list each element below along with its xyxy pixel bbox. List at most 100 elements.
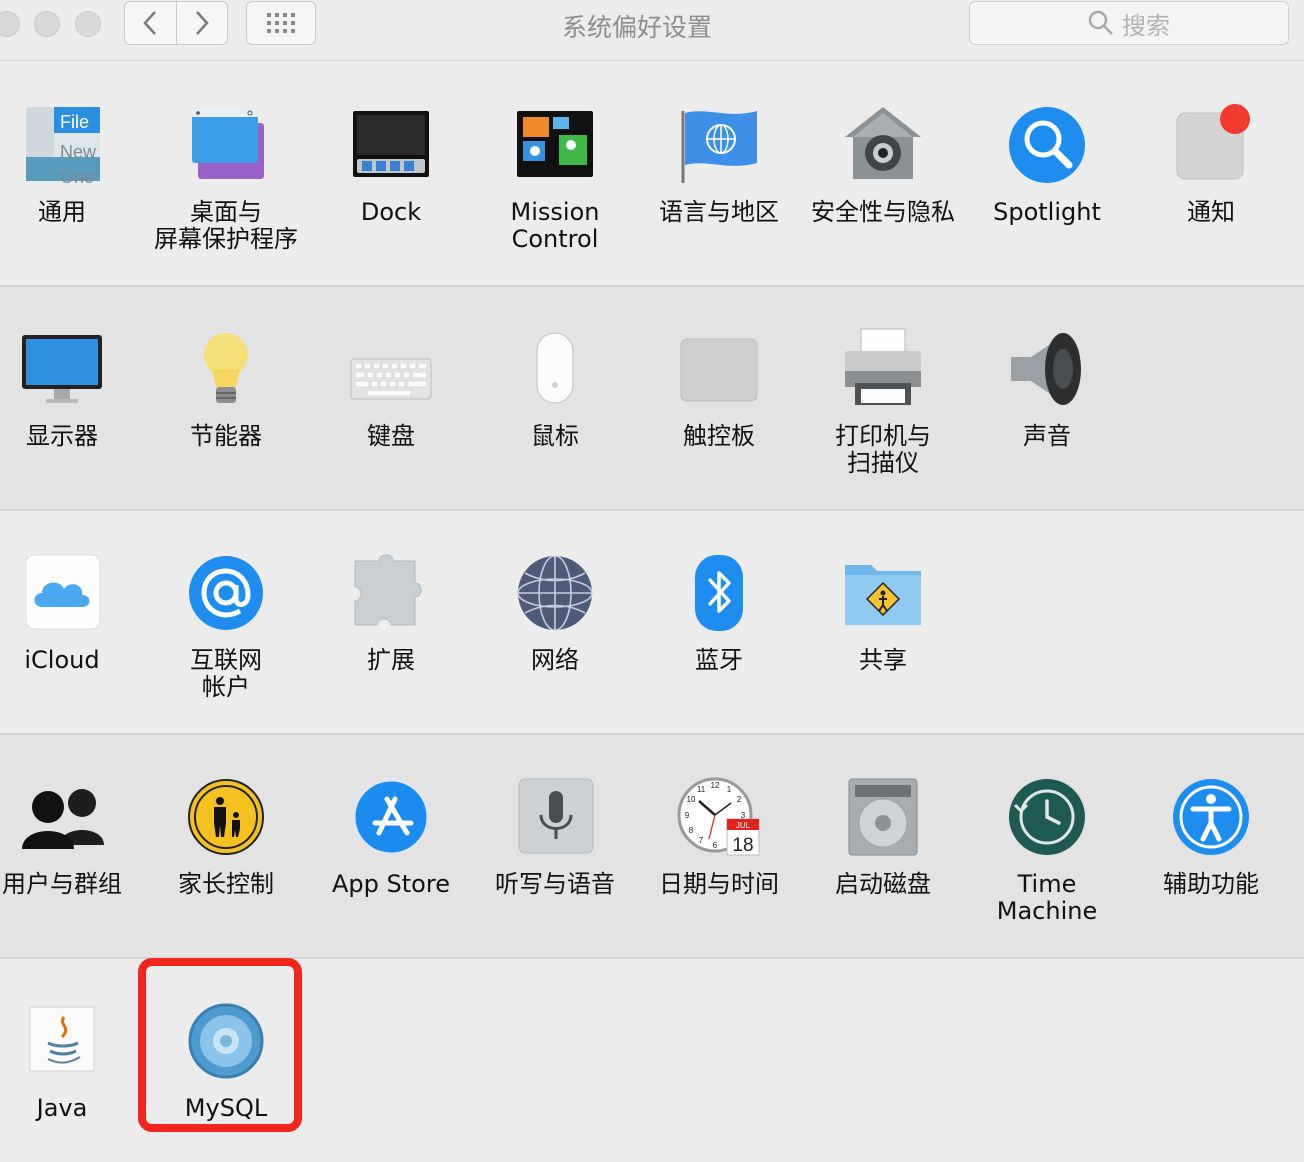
pane-java[interactable]: Java bbox=[0, 999, 144, 1122]
show-all-button[interactable] bbox=[246, 1, 316, 45]
pane-internet-accounts[interactable]: 互联网 帐户 bbox=[144, 551, 308, 701]
pane-label: 声音 bbox=[1023, 422, 1071, 450]
pane-accessibility[interactable]: 辅助功能 bbox=[1129, 775, 1293, 898]
clock-number: 8 bbox=[689, 826, 694, 835]
extensions-icon bbox=[349, 551, 433, 635]
pane-date-time[interactable]: 12 1 2 3 4 5 6 7 8 9 10 11 JUL 18 日期与时间 bbox=[637, 775, 801, 898]
pane-dock[interactable]: Dock bbox=[309, 103, 473, 226]
parental-controls-icon bbox=[184, 775, 268, 859]
pane-mouse[interactable]: 鼠标 bbox=[473, 327, 637, 450]
app-store-icon bbox=[349, 775, 433, 859]
pane-label: 家长控制 bbox=[178, 870, 274, 898]
pane-users-groups[interactable]: 用户与群组 bbox=[0, 775, 144, 898]
general-icon-text-new: New bbox=[60, 142, 97, 162]
mission-control-icon bbox=[513, 103, 597, 187]
pane-energy-saver[interactable]: 节能器 bbox=[144, 327, 308, 450]
pane-label: Dock bbox=[360, 198, 422, 226]
search-placeholder: 搜索 bbox=[1122, 11, 1170, 40]
clock-number: 11 bbox=[697, 785, 706, 794]
pane-sound[interactable]: 声音 bbox=[965, 327, 1129, 450]
date-time-icon: 12 1 2 3 4 5 6 7 8 9 10 11 JUL 18 bbox=[677, 775, 761, 859]
pane-icloud[interactable]: iCloud bbox=[0, 551, 144, 674]
pane-desktop-screensaver[interactable]: 桌面与 屏幕保护程序 bbox=[144, 103, 308, 253]
pane-dictation-speech[interactable]: 听写与语音 bbox=[473, 775, 637, 898]
pane-label: 打印机与 扫描仪 bbox=[835, 422, 931, 477]
pane-trackpad[interactable]: 触控板 bbox=[637, 327, 801, 450]
search-field[interactable]: 搜索 bbox=[969, 1, 1289, 45]
window-titlebar: 系统偏好设置 搜索 bbox=[0, 0, 1304, 61]
general-icon-text-one: One bbox=[60, 167, 94, 187]
pane-label: 日期与时间 bbox=[659, 870, 779, 898]
pane-label: 蓝牙 bbox=[695, 646, 743, 674]
calendar-day: 18 bbox=[732, 835, 753, 856]
users-groups-icon bbox=[20, 775, 104, 859]
pane-label: 节能器 bbox=[190, 422, 262, 450]
pane-network[interactable]: 网络 bbox=[473, 551, 637, 674]
pane-language-region[interactable]: 语言与地区 bbox=[637, 103, 801, 226]
clock-number: 1 bbox=[727, 785, 732, 794]
back-button[interactable] bbox=[125, 2, 176, 44]
pane-label: iCloud bbox=[24, 646, 100, 674]
pane-keyboard[interactable]: 键盘 bbox=[309, 327, 473, 450]
pane-extensions[interactable]: 扩展 bbox=[309, 551, 473, 674]
pane-app-store[interactable]: App Store bbox=[309, 775, 473, 898]
internet-accounts-icon bbox=[184, 551, 268, 635]
pane-label: 安全性与隐私 bbox=[811, 198, 955, 226]
pane-bluetooth[interactable]: 蓝牙 bbox=[637, 551, 801, 674]
clock-number: 9 bbox=[685, 811, 690, 820]
pane-label: Java bbox=[36, 1094, 88, 1122]
pane-label: 网络 bbox=[531, 646, 579, 674]
pane-label: 显示器 bbox=[26, 422, 98, 450]
pane-startup-disk[interactable]: 启动磁盘 bbox=[801, 775, 965, 898]
accessibility-icon bbox=[1169, 775, 1253, 859]
close-window-button[interactable] bbox=[0, 11, 20, 37]
pane-security-privacy[interactable]: 安全性与隐私 bbox=[801, 103, 965, 226]
pane-spotlight[interactable]: Spotlight bbox=[965, 103, 1129, 226]
energy-saver-icon bbox=[184, 327, 268, 411]
pane-label: 听写与语音 bbox=[495, 870, 615, 898]
clock-number: 6 bbox=[713, 841, 718, 850]
pane-displays[interactable]: 显示器 bbox=[0, 327, 144, 450]
clock-number: 7 bbox=[699, 836, 704, 845]
pane-label: Spotlight bbox=[993, 198, 1101, 226]
back-forward-control bbox=[124, 1, 228, 45]
pane-notifications[interactable]: 通知 bbox=[1129, 103, 1293, 226]
pane-label: 辅助功能 bbox=[1163, 870, 1259, 898]
pane-time-machine[interactable]: Time Machine bbox=[965, 775, 1129, 925]
trackpad-icon bbox=[677, 327, 761, 411]
pane-printers-scanners[interactable]: 打印机与 扫描仪 bbox=[801, 327, 965, 477]
chevron-right-icon bbox=[195, 11, 209, 35]
chevron-left-icon bbox=[143, 11, 157, 35]
language-region-icon bbox=[677, 103, 761, 187]
pane-label: 键盘 bbox=[367, 422, 415, 450]
forward-button[interactable] bbox=[175, 2, 228, 44]
general-icon-text-file: File bbox=[60, 112, 89, 132]
network-icon bbox=[513, 551, 597, 635]
java-icon bbox=[20, 999, 104, 1083]
pane-parental-controls[interactable]: 家长控制 bbox=[144, 775, 308, 898]
dock-icon bbox=[349, 103, 433, 187]
pane-sharing[interactable]: 共享 bbox=[801, 551, 965, 674]
spotlight-icon bbox=[1005, 103, 1089, 187]
notifications-icon bbox=[1169, 103, 1253, 187]
pane-label: 语言与地区 bbox=[659, 198, 779, 226]
minimize-window-button[interactable] bbox=[34, 11, 60, 37]
sharing-icon bbox=[841, 551, 925, 635]
displays-icon bbox=[20, 327, 104, 411]
pane-label: Mission Control bbox=[510, 198, 600, 253]
pane-general[interactable]: File New One 通用 bbox=[0, 103, 144, 226]
bluetooth-icon bbox=[677, 551, 761, 635]
pane-label: 触控板 bbox=[683, 422, 755, 450]
mouse-icon bbox=[513, 327, 597, 411]
pane-label: 鼠标 bbox=[531, 422, 579, 450]
pane-label: 通知 bbox=[1187, 198, 1235, 226]
zoom-window-button[interactable] bbox=[75, 11, 101, 37]
pane-label: 用户与群组 bbox=[2, 870, 122, 898]
clock-number: 12 bbox=[711, 781, 720, 790]
clock-number: 10 bbox=[687, 795, 696, 804]
printers-scanners-icon bbox=[841, 327, 925, 411]
mysql-highlight-box bbox=[138, 958, 302, 1132]
pane-mission-control[interactable]: Mission Control bbox=[473, 103, 637, 253]
pane-label: 启动磁盘 bbox=[835, 870, 931, 898]
pane-label: App Store bbox=[332, 870, 450, 898]
